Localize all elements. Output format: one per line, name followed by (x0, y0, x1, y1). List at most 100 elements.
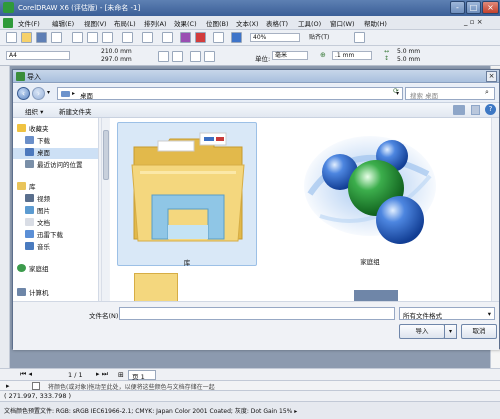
sidebar-music[interactable]: 音乐 (25, 242, 50, 253)
app-menu-icon[interactable] (3, 18, 13, 28)
menu-file[interactable]: 文件(F) (18, 18, 40, 28)
nudge-distance-input[interactable]: .1 mm (332, 51, 372, 60)
all-pages-icon[interactable] (190, 51, 201, 62)
snap-to-dropdown[interactable]: 贴齐(T) (306, 33, 350, 42)
print-icon[interactable] (51, 32, 62, 43)
breadcrumb-arrow-icon[interactable]: ▸ (72, 90, 75, 97)
application-launcher-icon[interactable] (231, 32, 242, 43)
cut-icon[interactable] (72, 32, 83, 43)
menu-tools[interactable]: 工具(O) (298, 18, 321, 28)
redo-icon[interactable] (142, 32, 153, 43)
file-list-scrollbar[interactable] (491, 118, 499, 301)
menu-bar: 文件(F) 编辑(E) 视图(V) 布局(L) 排列(A) 效果(C) 位图(B… (0, 16, 500, 30)
no-color-icon[interactable] (32, 382, 40, 390)
library-item[interactable]: 库 (117, 122, 257, 267)
menu-layout[interactable]: 布局(L) (114, 18, 136, 28)
import-icon[interactable] (180, 32, 191, 43)
refresh-icon[interactable]: ⟳ (393, 87, 399, 95)
new-icon[interactable] (6, 32, 17, 43)
library-icon (17, 182, 26, 190)
sidebar-computer[interactable]: 计算机 (17, 288, 49, 299)
sidebar-documents[interactable]: 文档 (25, 218, 50, 229)
status-bar: ( 271.997, 333.798 ) (0, 390, 500, 401)
sidebar-videos[interactable]: 视频 (25, 194, 50, 205)
page-tab[interactable]: 页 1 (128, 370, 156, 381)
forward-arrow-icon[interactable]: › (32, 87, 45, 100)
filename-input[interactable] (119, 307, 395, 320)
sidebar-recent[interactable]: 最近访问的位置 (25, 160, 83, 171)
page-size-select[interactable]: A4 (6, 51, 70, 60)
save-icon[interactable] (36, 32, 47, 43)
homegroup-item[interactable]: 家庭组 (280, 122, 460, 266)
units-select[interactable]: 毫米 (272, 51, 308, 60)
address-bar[interactable]: ▸ 桌面 ▾ (57, 87, 403, 100)
sidebar-desktop[interactable]: 桌面 (13, 148, 98, 159)
cancel-button[interactable]: 取消 (461, 324, 497, 339)
current-page-icon[interactable] (204, 51, 215, 62)
back-arrow-icon[interactable]: ‹ (17, 87, 30, 100)
sidebar-libraries[interactable]: 库 (17, 182, 36, 193)
property-bar: A4 210.0 mm 297.0 mm 单位: 毫米 ⊕ .1 mm ↔ ↕ 5… (0, 46, 500, 66)
add-page-icon[interactable]: ⊞ (118, 371, 124, 379)
doc-window-controls[interactable]: _ ▫ × (464, 18, 483, 26)
menu-bitmaps[interactable]: 位图(B) (206, 18, 229, 28)
preview-pane-icon[interactable] (471, 105, 480, 115)
duplicate-y-input[interactable]: 5.0 mm (395, 56, 437, 65)
page-navigator: ⏮ ◂ 1 / 1 ▸ ⏭ ⊞ 页 1 (0, 368, 500, 381)
view-options-icon[interactable] (453, 105, 465, 115)
document-palette[interactable]: ▸ 将颜色(或对象)拖动至此处，以便将这些颜色与文档存储在一起 (0, 380, 500, 391)
close-window-button[interactable]: × (482, 1, 499, 14)
filetype-select[interactable]: 所有文件格式 ▾ (399, 307, 495, 320)
navigation-scrollbar[interactable] (101, 118, 109, 301)
window-title: CorelDRAW X6 (评估版) - [未命名 -1] (18, 4, 141, 12)
menu-text[interactable]: 文本(X) (236, 18, 259, 28)
coreldraw-logo-icon (3, 2, 14, 13)
sidebar-homegroup[interactable]: 家庭组 (17, 264, 49, 275)
computer-icon (17, 288, 26, 296)
undo-icon[interactable] (122, 32, 133, 43)
menu-arrange[interactable]: 排列(A) (144, 18, 167, 28)
menu-view[interactable]: 视图(V) (84, 18, 107, 28)
import-button[interactable]: 导入 (399, 324, 445, 339)
folder-partial-icon[interactable] (134, 273, 178, 301)
computer-partial-icon[interactable] (354, 290, 398, 301)
search-input[interactable]: 搜索 桌面 (405, 87, 495, 100)
sidebar-favorites[interactable]: 收藏夹 (17, 124, 49, 135)
palette-menu-icon[interactable]: ▸ (6, 382, 10, 390)
menu-window[interactable]: 窗口(W) (330, 18, 355, 28)
sidebar-thunder-downloads[interactable]: 迅雷下载 (25, 230, 63, 241)
navigation-scroll-thumb[interactable] (103, 130, 109, 180)
portrait-icon[interactable] (158, 51, 169, 62)
landscape-icon[interactable] (172, 51, 183, 62)
menu-effects[interactable]: 效果(C) (174, 18, 197, 28)
options-icon[interactable] (354, 32, 365, 43)
menu-help[interactable]: 帮助(H) (364, 18, 387, 28)
search-content-icon[interactable] (162, 32, 173, 43)
minimize-button[interactable]: - (450, 1, 465, 14)
new-folder-button[interactable]: 新建文件夹 (59, 106, 92, 116)
organize-button[interactable]: 组织 ▾ (25, 106, 43, 116)
homegroup-balls-icon (304, 136, 436, 244)
last-page-icon[interactable]: ▸ ⏭ (96, 370, 108, 379)
toolbox[interactable] (0, 66, 10, 368)
menu-edit[interactable]: 编辑(E) (52, 18, 74, 28)
page-height-input[interactable]: 297.0 mm (99, 56, 147, 65)
sidebar-downloads[interactable]: 下载 (25, 136, 50, 147)
publish-pdf-icon[interactable] (213, 32, 224, 43)
help-icon[interactable]: ? (485, 104, 496, 115)
color-profile-info[interactable]: 文档颜色预置文件: RGB: sRGB IEC61966-2.1; CMYK: … (4, 406, 297, 415)
export-icon[interactable] (195, 32, 206, 43)
search-icon[interactable]: ⌕ (485, 88, 489, 97)
maximize-button[interactable]: □ (466, 1, 481, 14)
sidebar-pictures[interactable]: 图片 (25, 206, 50, 217)
zoom-select[interactable]: 40% (250, 33, 300, 42)
open-icon[interactable] (21, 32, 32, 43)
first-page-icon[interactable]: ⏮ ◂ (20, 370, 32, 379)
import-options-dropdown[interactable]: ▾ (444, 324, 457, 339)
paste-icon[interactable] (102, 32, 113, 43)
dialog-title: 导入 (27, 73, 41, 81)
history-dropdown-icon[interactable]: ▾ (47, 89, 50, 96)
copy-icon[interactable] (87, 32, 98, 43)
menu-table[interactable]: 表格(T) (266, 18, 288, 28)
dialog-close-button[interactable]: × (486, 71, 497, 82)
